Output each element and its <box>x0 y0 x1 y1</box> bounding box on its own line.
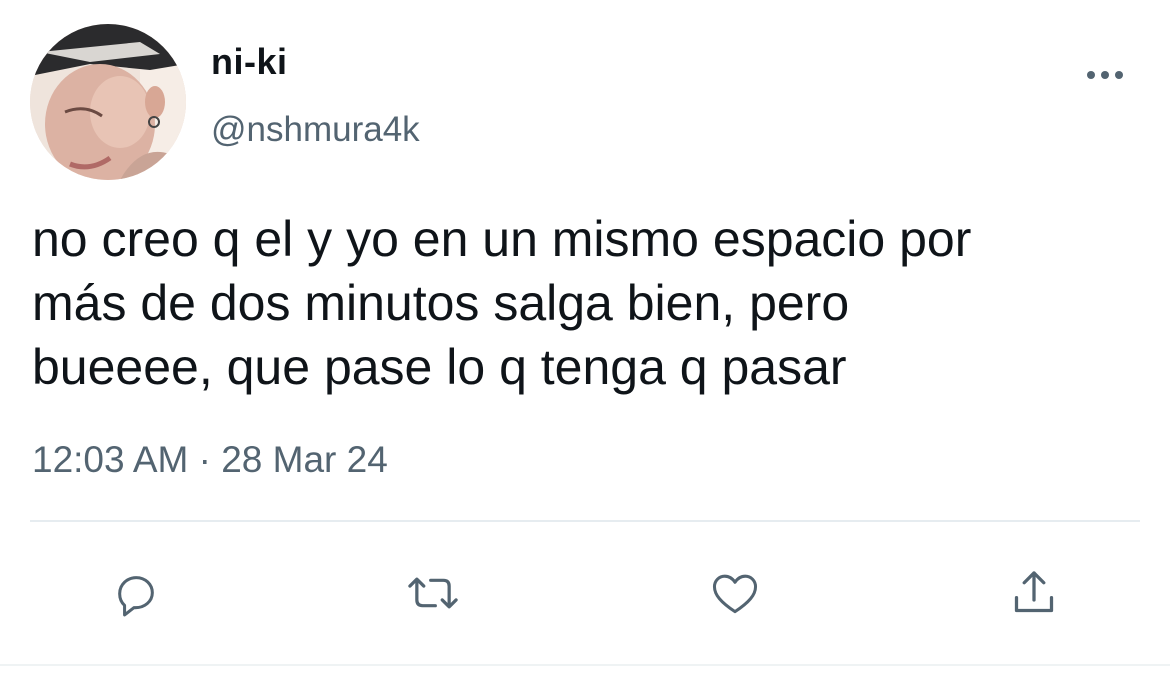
like-button[interactable] <box>705 563 765 623</box>
tweet-text-line: no creo q el y yo en un mismo espacio po… <box>32 211 972 267</box>
tweet-text-line: más de dos minutos salga bien, pero <box>32 275 850 331</box>
tweet-text: no creo q el y yo en un mismo espacio po… <box>32 207 1142 399</box>
avatar-image <box>30 24 186 180</box>
reply-button[interactable] <box>106 563 166 623</box>
retweet-icon <box>408 577 458 609</box>
share-button[interactable] <box>1004 563 1064 623</box>
heart-icon <box>712 574 758 614</box>
more-horizontal-icon <box>1087 71 1123 79</box>
avatar[interactable] <box>30 24 186 180</box>
share-icon <box>1014 571 1054 613</box>
tweet-text-line: bueeee, que pase lo q tenga q pasar <box>32 339 847 395</box>
reply-icon <box>118 576 154 617</box>
user-handle[interactable]: @nshmura4k <box>211 108 420 152</box>
retweet-button[interactable] <box>403 563 463 623</box>
tweet-card: ni-ki @nshmura4k no creo q el y yo en un… <box>0 0 1170 684</box>
action-bar <box>0 563 1170 623</box>
tweet-timestamp[interactable]: 12:03 AM · 28 Mar 24 <box>32 436 388 484</box>
bottom-divider <box>0 664 1170 666</box>
display-name[interactable]: ni-ki <box>211 40 288 84</box>
divider <box>30 520 1140 522</box>
more-options-button[interactable] <box>1080 60 1130 90</box>
